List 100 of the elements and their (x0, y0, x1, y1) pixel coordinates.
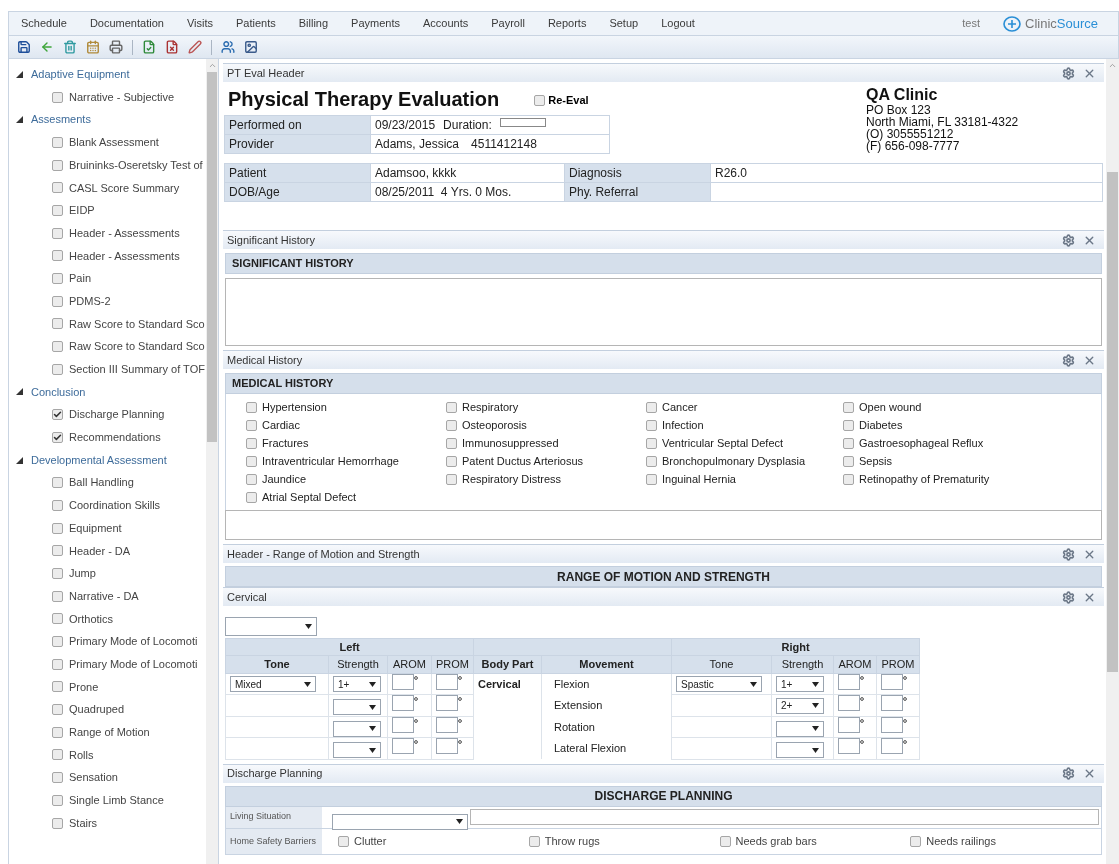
tree-item-label[interactable]: Raw Score to Standard Sco (69, 315, 205, 333)
checkbox[interactable] (52, 636, 63, 648)
tree-item-label[interactable]: Ball Handling (69, 474, 134, 491)
checkbox[interactable] (446, 419, 457, 431)
close-icon[interactable] (1083, 767, 1096, 780)
tree-item-label[interactable]: Header - DA (69, 542, 131, 560)
tree-item-label[interactable]: Section III Summary of TOF (69, 361, 205, 378)
checkbox[interactable] (52, 341, 63, 353)
checkbox[interactable] (446, 401, 457, 413)
tree-item-label[interactable]: Recommendations (69, 429, 161, 446)
tree-item-label[interactable]: Rolls (69, 746, 94, 764)
dropdown[interactable] (333, 720, 381, 737)
dropdown[interactable] (332, 813, 468, 830)
checkbox[interactable] (52, 658, 63, 670)
document-x-icon[interactable] (165, 40, 179, 54)
checkbox[interactable] (52, 227, 63, 239)
tree-item-label[interactable]: Primary Mode of Locomoti (69, 655, 198, 673)
tree-item-label[interactable]: PDMS-2 (69, 292, 111, 310)
checkbox[interactable] (52, 817, 63, 829)
checkbox[interactable] (246, 437, 257, 449)
menu-item[interactable]: Setup (609, 15, 639, 32)
expand-triangle-icon[interactable] (16, 388, 23, 396)
tree-item-label[interactable]: Single Limb Stance (69, 792, 164, 809)
checkbox[interactable] (52, 91, 63, 103)
scroll-up-icon[interactable] (1108, 61, 1117, 70)
scrollbar[interactable] (1106, 59, 1119, 864)
number-field[interactable] (838, 695, 860, 711)
checkbox[interactable] (52, 794, 63, 806)
menu-item[interactable]: Payroll (491, 15, 525, 32)
tree-item-label[interactable]: Bruininks-Oseretsky Test of (69, 156, 203, 174)
checkbox[interactable] (52, 204, 63, 216)
number-field[interactable] (436, 695, 458, 711)
checkbox[interactable] (52, 159, 63, 171)
scrollbar[interactable] (206, 59, 218, 864)
number-field[interactable] (838, 738, 860, 754)
number-field[interactable] (881, 695, 903, 711)
checkbox[interactable] (843, 473, 854, 485)
checkbox[interactable] (446, 437, 457, 449)
tree-item-label[interactable]: Orthotics (69, 610, 113, 628)
checkbox[interactable] (52, 273, 63, 285)
tree-item-label[interactable]: Primary Mode of Locomoti (69, 633, 198, 650)
tree-item-label[interactable]: Header - Assessments (69, 247, 180, 265)
checkbox[interactable] (52, 522, 63, 534)
pen-icon[interactable] (188, 40, 202, 54)
checkbox[interactable] (52, 182, 63, 194)
checkbox[interactable] (446, 455, 457, 467)
checkbox[interactable] (843, 401, 854, 413)
checkbox[interactable] (52, 590, 63, 602)
scrollbar-thumb[interactable] (207, 72, 217, 442)
tree-item-label[interactable]: EIDP (69, 202, 95, 219)
checkbox[interactable] (52, 295, 63, 307)
checkbox[interactable] (646, 473, 657, 485)
printer-icon[interactable] (109, 40, 123, 54)
checkbox[interactable] (52, 136, 63, 148)
checkbox[interactable] (52, 545, 63, 557)
checkbox[interactable] (246, 401, 257, 413)
tree-item-label[interactable]: Discharge Planning (69, 406, 165, 423)
checkbox[interactable] (338, 835, 349, 847)
menu-item[interactable]: Schedule (21, 15, 67, 32)
document-check-icon[interactable] (142, 40, 156, 54)
checkbox[interactable] (534, 95, 546, 106)
tree-item-label[interactable]: Narrative - Subjective (69, 88, 175, 106)
checkbox[interactable] (843, 437, 854, 449)
tree-group-label[interactable]: Conclusion (31, 383, 86, 401)
checkbox[interactable] (52, 318, 63, 330)
checkbox[interactable] (52, 726, 63, 738)
menu-item[interactable]: Visits (186, 15, 213, 32)
number-field[interactable] (436, 738, 458, 754)
checkbox[interactable] (52, 567, 63, 579)
tree-item-label[interactable]: Blank Assessment (69, 134, 159, 151)
tree-item-label[interactable]: Pain (69, 270, 92, 287)
checkbox[interactable] (910, 835, 922, 847)
tree-group-label[interactable]: Adaptive Equipment (31, 66, 130, 83)
tree-item-label[interactable]: Raw Score to Standard Sco (69, 338, 205, 355)
menu-item[interactable]: Payments (351, 15, 400, 32)
tree-item-label[interactable]: Coordination Skills (69, 497, 161, 514)
checkbox[interactable] (52, 681, 63, 693)
settings-icon[interactable] (1062, 353, 1075, 367)
tree-item-label[interactable]: CASL Score Summary (69, 179, 180, 197)
menu-item[interactable]: Reports (547, 15, 587, 32)
settings-icon[interactable] (1062, 66, 1075, 80)
checkbox[interactable] (719, 835, 731, 847)
tree-item-label[interactable]: Narrative - DA (69, 587, 139, 605)
number-field[interactable] (392, 738, 414, 754)
checkbox[interactable] (52, 250, 63, 262)
dropdown[interactable]: 1+ (333, 676, 381, 692)
dropdown[interactable]: 1+ (776, 676, 824, 692)
number-field[interactable] (392, 695, 414, 711)
calendar-icon[interactable] (86, 40, 100, 54)
menu-item[interactable]: Logout (661, 15, 695, 32)
tree-item-label[interactable]: Stairs (69, 814, 98, 832)
tree-item-label[interactable]: Range of Motion (69, 724, 150, 741)
dropdown[interactable] (776, 742, 824, 759)
save-icon[interactable] (17, 40, 31, 54)
menu-item[interactable]: Documentation (89, 15, 164, 32)
dropdown[interactable]: Spastic (676, 676, 762, 692)
bin-icon[interactable] (63, 40, 77, 54)
tree-group-label[interactable]: Assesments (31, 111, 91, 128)
text-field[interactable] (470, 809, 1099, 825)
checkbox[interactable] (52, 772, 63, 784)
